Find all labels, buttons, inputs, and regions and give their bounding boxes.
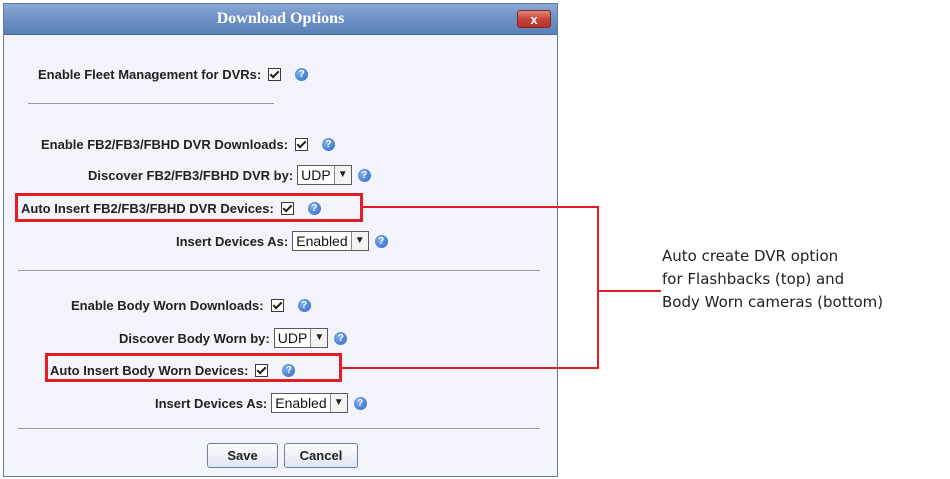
fleet-management-checkbox[interactable] [268,67,282,81]
help-icon[interactable]: ? [374,234,388,248]
fb-discover-row: Discover FB2/FB3/FBHD DVR by: UDP ▼ ? [88,164,371,186]
dialog-titlebar: Download Options x [4,4,557,35]
body-enable-label: Enable Body Worn Downloads: [71,297,264,313]
close-button[interactable]: x [517,10,551,28]
connector-line-bottom [342,367,598,369]
help-icon[interactable]: ? [357,168,371,182]
download-options-dialog: Download Options x Enable Fleet Manageme… [3,3,558,477]
fb-insert-as-value: Enabled [296,233,348,249]
help-icon[interactable]: ? [297,298,311,312]
help-icon[interactable]: ? [334,331,348,345]
fb-insert-as-row: Insert Devices As: Enabled ▼ ? [176,230,388,252]
body-discover-value: UDP [277,330,308,346]
fb-discover-value: UDP [301,167,331,183]
body-enable-row: Enable Body Worn Downloads: ? [71,294,311,316]
highlight-box-body-auto-insert [45,353,342,382]
divider [28,103,274,104]
fb-enable-label: Enable FB2/FB3/FBHD DVR Downloads: [41,136,289,152]
body-enable-checkbox[interactable] [270,298,284,312]
fb-insert-as-select[interactable]: Enabled ▼ [292,231,369,251]
chevron-down-icon: ▼ [333,166,351,184]
highlight-box-fb-auto-insert [15,193,363,222]
annotation-line: Body Worn cameras (bottom) [662,293,884,311]
body-insert-as-label: Insert Devices As: [155,395,268,411]
dialog-title: Download Options [216,10,345,27]
divider [18,428,540,429]
fb-discover-select[interactable]: UDP ▼ [297,165,352,185]
connector-line-vertical [597,206,599,369]
annotation-line: Auto create DVR option [662,247,839,265]
body-insert-as-value: Enabled [275,395,327,411]
fleet-management-label: Enable Fleet Management for DVRs: [38,66,262,82]
help-icon[interactable]: ? [322,137,336,151]
connector-line-pointer [598,290,661,292]
body-discover-label: Discover Body Worn by: [119,330,270,346]
body-discover-select[interactable]: UDP ▼ [273,328,329,348]
save-button[interactable]: Save [207,443,278,468]
body-discover-row: Discover Body Worn by: UDP ▼ ? [119,327,348,349]
fb-discover-label: Discover FB2/FB3/FBHD DVR by: [88,167,294,183]
divider [18,270,540,271]
chevron-down-icon: ▼ [310,329,328,347]
chevron-down-icon: ▼ [329,394,347,412]
annotation-line: for Flashbacks (top) and [662,270,845,288]
chevron-down-icon: ▼ [350,232,368,250]
fb-enable-row: Enable FB2/FB3/FBHD DVR Downloads: ? [41,133,336,155]
help-icon[interactable]: ? [353,396,367,410]
fb-insert-as-label: Insert Devices As: [176,233,289,249]
body-insert-as-select[interactable]: Enabled ▼ [271,393,348,413]
connector-line-top [363,206,598,208]
annotation-callout: Auto create DVR option for Flashbacks (t… [662,245,883,314]
fleet-management-row: Enable Fleet Management for DVRs: ? [38,63,309,85]
body-insert-as-row: Insert Devices As: Enabled ▼ ? [155,392,367,414]
close-icon: x [530,12,538,27]
help-icon[interactable]: ? [295,67,309,81]
fb-enable-checkbox[interactable] [295,137,309,151]
cancel-button[interactable]: Cancel [284,443,358,468]
